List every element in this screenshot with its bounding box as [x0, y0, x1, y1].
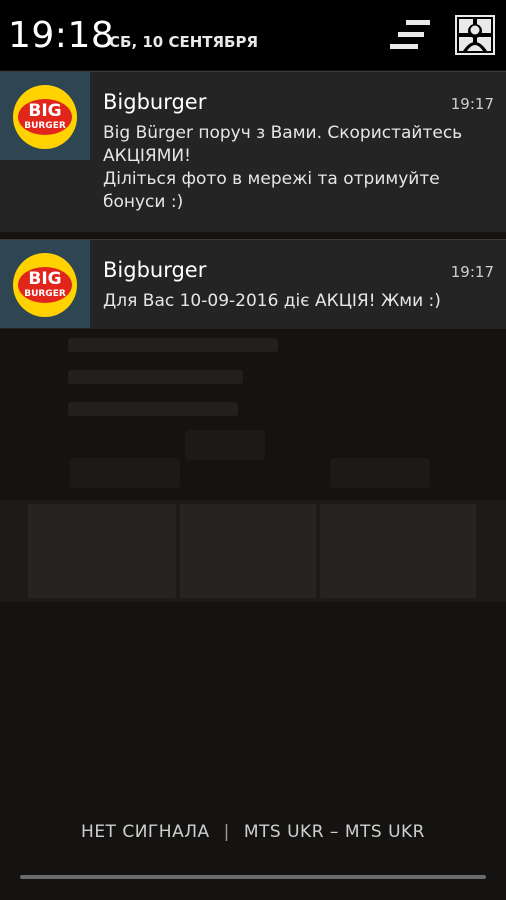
- shade-drag-handle[interactable]: [20, 875, 486, 879]
- background-text-line: [68, 370, 243, 384]
- background-image-strip: [0, 500, 506, 602]
- notification-time: 19:17: [450, 263, 494, 281]
- bigburger-logo-icon: BIG BURGER: [13, 85, 77, 149]
- carrier-label: НЕТ СИГНАЛА | MTS UKR – MTS UKR: [0, 822, 506, 846]
- logo-text-burger: BURGER: [24, 289, 66, 299]
- operator-name: MTS UKR – MTS UKR: [243, 822, 425, 842]
- notification-shade: 19:18 СБ, 10 СЕНТЯБРЯ BIG BURGER Bigburg…: [0, 0, 506, 900]
- background-text-line: [68, 338, 278, 352]
- date-label: СБ, 10 СЕНТЯБРЯ: [109, 33, 259, 51]
- clock: 19:18: [8, 15, 115, 56]
- notification-card[interactable]: BIG BURGER Bigburger 19:17 Big Bürger по…: [0, 71, 506, 232]
- background-thumbnail: [28, 504, 176, 598]
- background-thumbnail: [320, 504, 476, 598]
- logo-text-burger: BURGER: [24, 121, 66, 131]
- notification-title: Bigburger: [103, 258, 207, 282]
- app-icon-container: BIG BURGER: [0, 240, 90, 328]
- background-button: [185, 430, 265, 460]
- notification-text: Для Вас 10-09-2016 діє АКЦІЯ! Жми :): [103, 291, 441, 311]
- notification-time: 19:17: [450, 95, 494, 113]
- app-icon-container: BIG BURGER: [0, 72, 90, 160]
- background-thumbnail: [180, 504, 316, 598]
- user-profile-icon[interactable]: [455, 15, 495, 55]
- bigburger-logo-icon: BIG BURGER: [13, 253, 77, 317]
- settings-toggle-icon[interactable]: [388, 15, 434, 55]
- notification-text: Big Bürger поруч з Вами. Скористайтесь А…: [103, 123, 463, 212]
- background-button: [70, 458, 180, 488]
- logo-text-big: BIG: [28, 269, 61, 289]
- notification-card[interactable]: BIG BURGER Bigburger 19:17 Для Вас 10-09…: [0, 239, 506, 329]
- notification-title: Bigburger: [103, 90, 207, 114]
- no-signal-text: НЕТ СИГНАЛА: [81, 822, 210, 842]
- background-text-line: [68, 402, 238, 416]
- logo-text-big: BIG: [28, 101, 61, 121]
- background-button: [330, 458, 430, 488]
- carrier-separator: |: [223, 822, 230, 842]
- status-header: 19:18 СБ, 10 СЕНТЯБРЯ: [0, 0, 506, 70]
